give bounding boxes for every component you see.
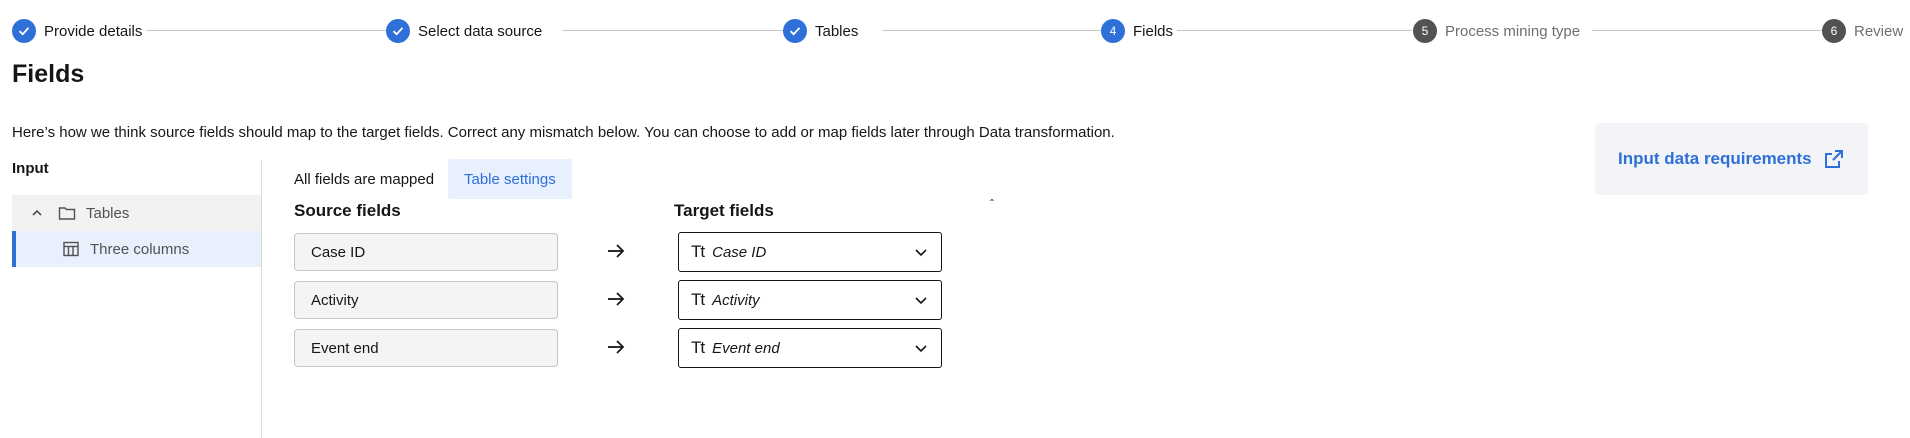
checkmark-icon — [12, 19, 36, 43]
step-number: 5 — [1413, 19, 1437, 43]
step-process-mining-type[interactable]: 5 Process mining type — [1413, 19, 1585, 43]
input-data-requirements-link[interactable]: Input data requirements — [1618, 149, 1812, 169]
target-field-value: Case ID — [712, 243, 767, 261]
step-label: Process mining type — [1445, 22, 1581, 40]
input-data-requirements-card[interactable]: Input data requirements — [1595, 123, 1868, 195]
tab-table-settings[interactable]: Table settings — [448, 159, 572, 199]
step-connector — [1592, 30, 1827, 31]
step-label: Provide details — [44, 22, 143, 40]
source-field: Case ID — [294, 233, 558, 271]
tree-node-tables[interactable]: Tables — [12, 195, 261, 231]
step-tables[interactable]: Tables — [783, 19, 863, 43]
text-type-icon: Tt — [691, 338, 705, 357]
page-description: Here’s how we think source fields should… — [12, 124, 1115, 141]
step-review[interactable]: 6 Review — [1822, 19, 1908, 43]
target-fields-heading: Target fields — [674, 201, 774, 220]
tab-all-fields-mapped[interactable]: All fields are mapped — [278, 159, 450, 199]
step-label: Select data source — [418, 22, 543, 40]
step-connector — [1172, 30, 1412, 31]
arrow-right-icon — [605, 288, 627, 310]
text-type-icon: Tt — [691, 242, 705, 261]
input-heading: Input — [12, 160, 49, 177]
source-field: Event end — [294, 329, 558, 367]
target-field-select[interactable]: Tt Activity — [678, 280, 942, 320]
chevron-up-icon[interactable] — [30, 206, 44, 220]
tree-node-three-columns[interactable]: Three columns — [12, 231, 261, 267]
tree-node-label: Tables — [86, 204, 130, 222]
tree-node-label: Three columns — [90, 240, 190, 258]
step-label: Tables — [815, 22, 859, 40]
table-icon — [62, 240, 80, 258]
text-type-icon: Tt — [691, 290, 705, 309]
step-connector — [882, 30, 1122, 31]
progress-stepper: Provide details Select data source Table… — [12, 19, 1910, 43]
target-field-value: Event end — [712, 339, 780, 357]
arrow-right-icon — [605, 240, 627, 262]
source-field: Activity — [294, 281, 558, 319]
step-number: 4 — [1101, 19, 1125, 43]
caret-up-icon: ˆ — [990, 197, 994, 211]
checkmark-icon — [783, 19, 807, 43]
panel-divider — [261, 160, 262, 438]
target-field-select[interactable]: Tt Event end — [678, 328, 942, 368]
step-connector — [562, 30, 792, 31]
chevron-down-icon[interactable] — [913, 244, 929, 260]
page-title: Fields — [12, 60, 85, 88]
target-field-value: Activity — [712, 291, 760, 309]
arrow-right-icon — [605, 336, 627, 358]
step-number: 6 — [1822, 19, 1846, 43]
checkmark-icon — [386, 19, 410, 43]
step-select-data-source[interactable]: Select data source — [386, 19, 547, 43]
chevron-down-icon[interactable] — [913, 292, 929, 308]
chevron-down-icon[interactable] — [913, 340, 929, 356]
step-provide-details[interactable]: Provide details — [12, 19, 147, 43]
step-connector — [132, 30, 402, 31]
target-field-select[interactable]: Tt Case ID — [678, 232, 942, 272]
step-label: Fields — [1133, 22, 1174, 40]
step-fields[interactable]: 4 Fields — [1101, 19, 1178, 43]
step-label: Review — [1854, 22, 1904, 40]
external-link-icon[interactable] — [1824, 149, 1844, 169]
folder-icon — [58, 204, 76, 222]
source-fields-heading: Source fields — [294, 201, 401, 220]
